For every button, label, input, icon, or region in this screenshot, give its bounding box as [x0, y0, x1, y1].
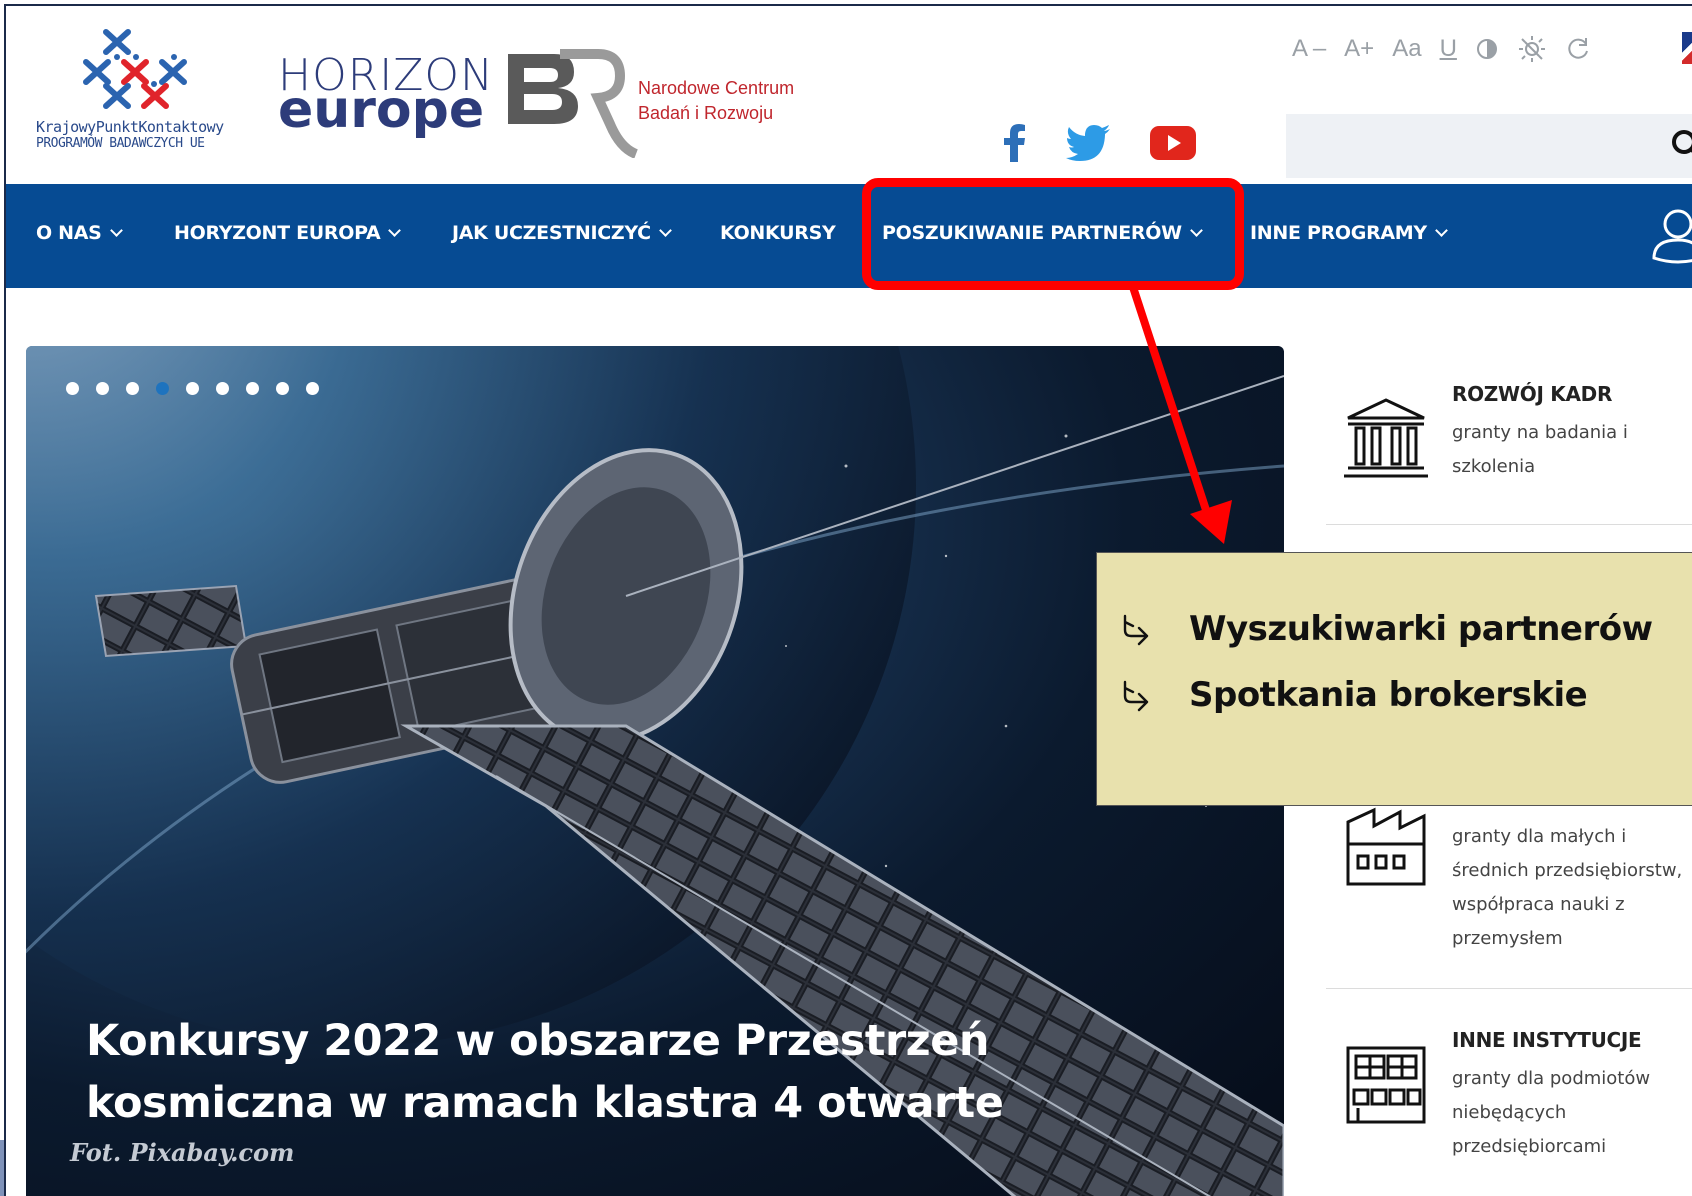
horizon-europe-logo[interactable]: HORIZON europe — [278, 54, 493, 137]
submenu-item-label: Spotkania brokerskie — [1189, 675, 1588, 715]
search-bar[interactable] — [1286, 114, 1692, 178]
hero-title[interactable]: Konkursy 2022 w obszarze Przestrzeń kosm… — [86, 1010, 1086, 1134]
nav-item-jak-uczestniczyc[interactable]: JAK UCZESTNICZYĆ — [452, 222, 672, 244]
page: KrajowyPunktKontaktowy PROGRAMÓW BADAWCZ… — [0, 0, 1692, 1196]
accessibility-toolbar: A – A+ Aa U — [1292, 32, 1591, 66]
side-item-desc: granty na badania i szkolenia — [1452, 422, 1628, 477]
ncbr-logo-line1: Narodowe Centrum — [638, 78, 795, 98]
submenu-item-spotkania[interactable]: Spotkania brokerskie — [1119, 675, 1588, 715]
office-building-icon — [1346, 1046, 1426, 1124]
search-input[interactable] — [1286, 114, 1646, 178]
slider-dot[interactable] — [246, 382, 259, 395]
slider-dot-active[interactable] — [156, 382, 169, 395]
nav-item-inne-programy[interactable]: INNE PROGRAMY — [1250, 222, 1448, 244]
chevron-down-icon — [1435, 223, 1448, 237]
slider-dot[interactable] — [126, 382, 139, 395]
font-decrease-button[interactable]: A – — [1292, 35, 1326, 63]
nav-item-label: HORYZONT EUROPA — [174, 222, 381, 244]
slider-dot[interactable] — [66, 382, 79, 395]
brightness-icon[interactable] — [1517, 34, 1547, 64]
chevron-down-icon — [658, 223, 672, 237]
ncbr-logo-text: Narodowe Centrum Badań i Rozwoju — [638, 76, 794, 126]
molecule-logo-icon — [83, 29, 187, 109]
nav-item-label: O NAS — [36, 222, 102, 244]
browser-frame: KrajowyPunktKontaktowy PROGRAMÓW BADAWCZ… — [4, 4, 1692, 1196]
twitter-icon[interactable] — [1066, 125, 1110, 161]
nav-item-konkursy[interactable]: KONKURSY — [720, 222, 836, 244]
slider-dot[interactable] — [276, 382, 289, 395]
submenu-item-label: Wyszukiwarki partnerów — [1189, 609, 1653, 649]
side-item-title: ROZWÓJ KADR — [1452, 382, 1613, 406]
uk-flag-icon[interactable] — [1682, 32, 1692, 64]
hand-pointer-icon — [1123, 680, 1149, 712]
chevron-down-icon — [388, 223, 402, 237]
photo-credit: Fot. Pixabay.com — [70, 1138, 295, 1167]
slider-dot[interactable] — [306, 382, 319, 395]
submenu-callout: Wyszukiwarki partnerów Spotkania brokers… — [1096, 552, 1692, 806]
font-toggle-button[interactable]: Aa — [1392, 35, 1421, 63]
nav-item-label: INNE PROGRAMY — [1250, 222, 1427, 244]
ncbr-logo[interactable]: Narodowe Centrum Badań i Rozwoju — [502, 48, 802, 159]
institution-icon — [1344, 398, 1428, 478]
youtube-icon[interactable] — [1150, 126, 1196, 160]
side-item-desc: granty dla podmiotów niebędących przedsi… — [1452, 1068, 1651, 1157]
side-item-title: INNE INSTYTUCJE — [1452, 1028, 1642, 1052]
slider-dots — [66, 382, 319, 395]
reset-icon[interactable] — [1565, 36, 1591, 62]
kpk-logo-line2: PROGRAMÓW BADAWCZYCH UE — [36, 136, 205, 151]
hand-pointer-icon — [1123, 614, 1149, 646]
divider — [1326, 988, 1692, 989]
submenu-item-wyszukiwarki[interactable]: Wyszukiwarki partnerów — [1119, 609, 1653, 649]
kpk-logo[interactable]: KrajowyPunktKontaktowy PROGRAMÓW BADAWCZ… — [36, 26, 246, 156]
page-edge-mark — [0, 1140, 4, 1196]
nav-item-o-nas[interactable]: O NAS — [36, 222, 123, 244]
nav-item-label: JAK UCZESTNICZYĆ — [452, 222, 651, 244]
facebook-icon[interactable] — [1002, 124, 1026, 162]
font-increase-button[interactable]: A+ — [1344, 35, 1374, 63]
nav-item-label: KONKURSY — [720, 222, 836, 244]
nav-item-horyzont-europa[interactable]: HORYZONT EUROPA — [174, 222, 402, 244]
slider-dot[interactable] — [96, 382, 109, 395]
annotation-highlight-box — [862, 178, 1244, 290]
ncbr-logo-line2: Badań i Rozwoju — [638, 103, 774, 123]
slider-dot[interactable] — [216, 382, 229, 395]
chevron-down-icon — [109, 223, 123, 237]
side-item-rozwoj-kadr[interactable]: ROZWÓJ KADR granty na badania i szkoleni… — [1326, 382, 1692, 502]
ncbr-mark-icon — [508, 49, 639, 159]
side-item-inne-instytucje[interactable]: INNE INSTYTUCJE granty dla podmiotów nie… — [1326, 1028, 1692, 1196]
horizon-logo-line2: europe — [278, 80, 485, 140]
kpk-logo-line1: KrajowyPunktKontaktowy — [36, 118, 224, 136]
user-account-icon[interactable] — [1648, 206, 1692, 266]
main-nav: O NAS HORYZONT EUROPA JAK UCZESTNICZYĆ K… — [6, 184, 1692, 288]
divider — [1326, 524, 1692, 525]
factory-icon — [1346, 807, 1426, 886]
social-links — [1002, 124, 1196, 162]
search-icon[interactable] — [1670, 128, 1692, 164]
underline-links-button[interactable]: U — [1440, 35, 1457, 63]
contrast-icon[interactable] — [1475, 37, 1499, 61]
side-item-desc: granty dla małych i średnich przedsiębio… — [1452, 826, 1683, 949]
slider-dot[interactable] — [186, 382, 199, 395]
